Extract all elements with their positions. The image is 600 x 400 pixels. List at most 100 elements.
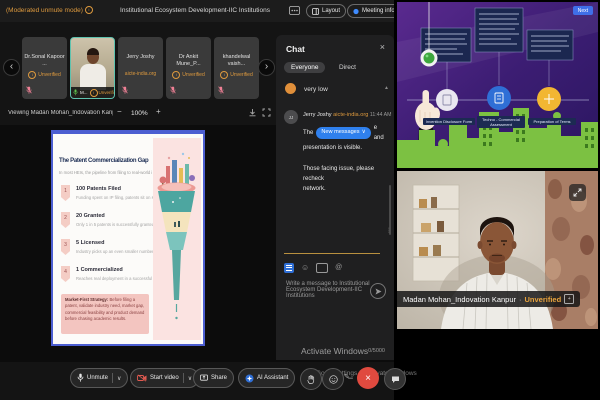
chat-panel-title: Chat <box>286 44 305 54</box>
info-icon[interactable]: i <box>85 6 93 14</box>
more-options-button[interactable]: − <box>348 373 353 383</box>
top-bar: (Moderated unmute mode) i Institutional … <box>0 0 394 22</box>
zoom-in-button[interactable]: + <box>156 107 161 116</box>
step-subtext: Industry picks up an even smaller number <box>76 249 154 254</box>
slide-step: 2 20 Granted Only 1 in 5 patents is succ… <box>61 211 151 236</box>
meeting-info-button[interactable]: Meeting info <box>347 4 401 18</box>
speaker-name-tag: Madan Mohan_Indovation Kanpur · Unverifi… <box>397 291 580 307</box>
slide-callout: Market-First Strategy: Before filing a p… <box>61 294 149 334</box>
new-messages-button[interactable]: New messages ∨ <box>316 127 370 140</box>
next-button[interactable]: Next <box>573 6 593 15</box>
zoom-out-button[interactable]: − <box>117 107 122 116</box>
step-heading: 100 Patents Filed <box>76 186 121 192</box>
share-button[interactable]: Share <box>193 368 234 388</box>
raise-hand-button[interactable] <box>300 368 322 390</box>
chevron-down-icon: ∨ <box>117 375 121 382</box>
camera-off-icon <box>137 374 147 382</box>
participant-status: iUnverified <box>214 71 259 79</box>
gif-icon[interactable] <box>316 263 328 273</box>
step-number-badge: 1 <box>61 185 70 201</box>
meeting-app-window: (Moderated unmute mode) i Institutional … <box>0 0 600 400</box>
meeting-info-icon <box>353 8 359 15</box>
reactions-button[interactable] <box>322 368 344 390</box>
flow-node-label: Techno - Commercial Assessment <box>477 116 525 128</box>
chat-author: Jerry Joshy <box>303 112 332 118</box>
scroll-up-icon[interactable]: ▲ <box>384 85 389 91</box>
slide-subtitle: In most HEIs, the pipeline from filing t… <box>59 170 152 175</box>
ai-assistant-button[interactable]: AI Assistant <box>238 368 295 388</box>
moderated-mode-label: (Moderated unmute mode) i <box>6 6 93 14</box>
chevron-down-icon: ∨ <box>188 375 192 382</box>
popout-icon[interactable]: + <box>564 294 574 304</box>
fit-width-icon[interactable] <box>248 108 257 117</box>
step-number-badge: 2 <box>61 212 70 228</box>
meeting-title: Institutional Ecosystem Development-IIC … <box>95 7 295 14</box>
close-icon[interactable]: × <box>380 42 385 52</box>
status-badge: Unverified <box>525 295 562 304</box>
scroll-down-icon[interactable]: ⋮ <box>386 227 392 234</box>
step-subtext: Reaches real deployment in a successful … <box>76 276 156 281</box>
emoji-icon[interactable]: ☺ <box>301 264 309 272</box>
chat-message-meta: Jerry Joshy aicte-india.org 11:44 AM <box>303 112 391 118</box>
filmstrip-prev-button[interactable]: ‹ <box>3 59 20 76</box>
pinned-videos-column: Next Invention Disclosure Form Techno - … <box>394 0 600 400</box>
step-number-badge: 3 <box>61 239 70 255</box>
mention-icon[interactable]: @ <box>335 264 342 271</box>
tab-everyone[interactable]: Everyone <box>284 62 325 73</box>
participant-tile-active-video[interactable]: M... iUnverified <box>70 37 115 99</box>
participant-tile[interactable]: khandelwal vaish... iUnverified <box>214 37 259 99</box>
participant-name: khandelwal vaish... <box>216 54 257 68</box>
speaker-name: Madan Mohan_Indovation Kanpur <box>403 295 516 304</box>
participant-tile[interactable]: Dr.Sonal Kapoor ... iUnverified <box>22 37 67 99</box>
presentation-illustration <box>397 2 598 168</box>
mic-on-icon <box>73 89 78 96</box>
mic-muted-icon <box>170 86 176 95</box>
chat-message-text: network. <box>303 184 387 194</box>
step-number-badge: 4 <box>61 266 70 282</box>
callout-lead: Market-First Strategy: <box>65 297 108 302</box>
meeting-toolbar: Unmute ∨ Start video ∨ Share AI Assistan… <box>0 362 394 400</box>
send-icon <box>375 288 382 295</box>
format-text-icon[interactable] <box>284 263 294 273</box>
flow-node-label: Preparation of Terms <box>528 118 576 125</box>
avatar: JJ <box>284 110 298 124</box>
participant-name: Jerry Joshy <box>120 54 161 61</box>
filmstrip-next-button[interactable]: › <box>258 59 275 76</box>
leave-meeting-button[interactable]: × <box>357 367 379 389</box>
funnel-illustration <box>153 138 201 340</box>
participant-overlay: M... iUnverified <box>71 87 114 98</box>
character-counter: 0/5000 <box>368 348 385 354</box>
presentation-video-feed[interactable]: Next Invention Disclosure Form Techno - … <box>397 2 598 168</box>
chat-bubble-button[interactable] <box>384 368 406 390</box>
unmute-button[interactable]: Unmute ∨ <box>70 368 128 388</box>
participant-tile[interactable]: Dr Ankit Mune_P... iUnverified <box>166 37 211 99</box>
chat-author-org: aicte-india.org <box>333 112 368 118</box>
info-icon: i <box>220 71 228 79</box>
start-video-button[interactable]: Start video ∨ <box>130 368 199 388</box>
info-icon: i <box>172 71 180 79</box>
apps-icon[interactable] <box>289 6 300 15</box>
chat-input-divider <box>284 253 380 254</box>
participant-tile[interactable]: Jerry Joshy aicte-india.org <box>118 37 163 99</box>
tab-direct[interactable]: Direct <box>332 62 363 73</box>
mic-muted-icon <box>122 86 128 95</box>
ai-assistant-icon <box>245 374 254 383</box>
fullscreen-icon[interactable] <box>262 108 271 117</box>
chat-input-toolbar: ☺ @ <box>284 262 342 273</box>
expand-video-icon[interactable] <box>569 184 586 201</box>
chat-message-input[interactable] <box>284 279 372 313</box>
participant-status: iUnverified <box>166 71 211 79</box>
speaker-video-feed[interactable]: Madan Mohan_Indovation Kanpur · Unverifi… <box>397 171 598 329</box>
share-screen-icon <box>200 374 208 382</box>
send-message-button[interactable] <box>370 283 386 299</box>
slide-step: 3 5 Licensed Industry picks up an even s… <box>61 238 151 263</box>
participant-name: Dr.Sonal Kapoor ... <box>24 54 65 68</box>
mic-muted-icon <box>26 86 32 95</box>
layout-button[interactable]: Layout <box>306 4 346 18</box>
zoom-level: 100% <box>131 110 148 117</box>
chat-message-partial: very low <box>304 86 328 93</box>
chat-timestamp: 11:44 AM <box>370 112 392 118</box>
info-icon: i <box>90 89 98 97</box>
step-subtext: Only 1 in 5 patents is successfully gran… <box>76 222 154 227</box>
info-icon: i <box>28 71 36 79</box>
